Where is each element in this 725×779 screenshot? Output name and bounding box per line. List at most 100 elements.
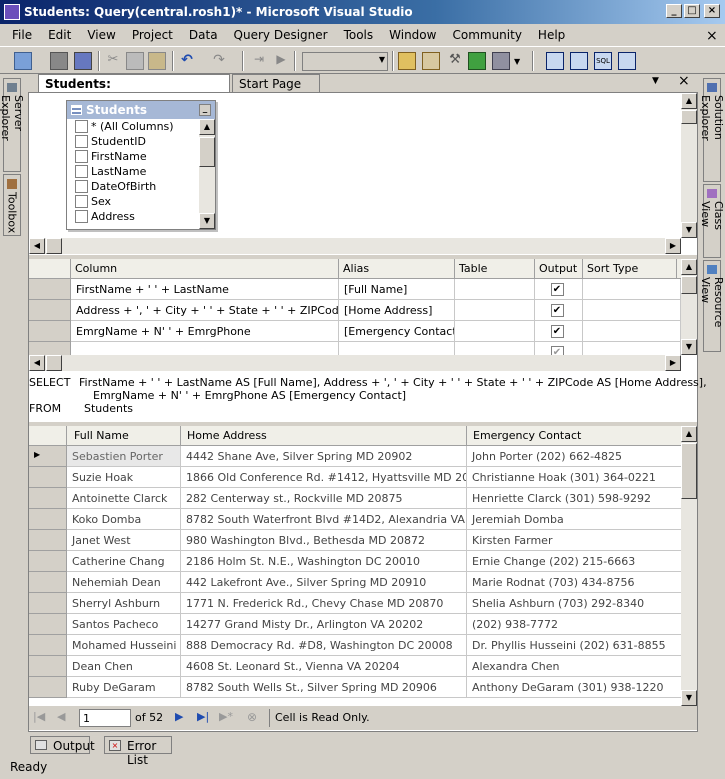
first-record-icon[interactable]: |◀ — [33, 710, 45, 723]
criteria-vscrollbar[interactable]: ▲ ▼ — [681, 259, 697, 355]
row-selector[interactable] — [29, 677, 67, 698]
row-selector[interactable] — [29, 656, 67, 677]
criteria-cell-table[interactable] — [455, 342, 535, 355]
result-cell[interactable]: 282 Centerway st., Rockville MD 20875 — [181, 488, 467, 509]
scroll-down-icon[interactable]: ▼ — [199, 213, 215, 229]
column-checkbox[interactable] — [75, 210, 88, 223]
cut-icon[interactable]: ✂ — [104, 52, 122, 70]
server-explorer-tab[interactable]: Server Explorer — [0, 78, 25, 172]
menu-community[interactable]: Community — [444, 28, 529, 42]
class-view-tab[interactable]: Class View — [699, 184, 725, 258]
criteria-cell-alias[interactable]: [Full Name] — [339, 279, 455, 300]
toolbox-icon[interactable]: ⚒ — [446, 52, 464, 70]
navigate-backward-icon[interactable]: ⇥ — [250, 52, 268, 70]
results-header-home-address[interactable]: Home Address — [181, 426, 467, 446]
mdi-close-icon[interactable]: × — [706, 28, 718, 44]
menu-file[interactable]: File — [4, 28, 40, 42]
properties-icon[interactable] — [422, 52, 440, 70]
criteria-cell-sort[interactable] — [583, 279, 681, 300]
criteria-header-table[interactable]: Table — [455, 259, 535, 279]
result-cell[interactable]: Suzie Hoak — [67, 467, 181, 488]
criteria-cell-sort[interactable] — [583, 300, 681, 321]
result-cell[interactable]: 8782 South Waterfront Blvd #14D2, Alexan… — [181, 509, 467, 530]
result-cell[interactable]: Alexandra Chen — [467, 656, 681, 677]
column-item[interactable]: DateOfBirth — [67, 179, 199, 194]
menu-edit[interactable]: Edit — [40, 28, 79, 42]
row-selector[interactable] — [29, 488, 67, 509]
result-cell[interactable]: 1771 N. Frederick Rd., Chevy Chase MD 20… — [181, 593, 467, 614]
row-selector[interactable] — [29, 593, 67, 614]
result-cell[interactable]: Dr. Phyllis Husseini (202) 631-8855 — [467, 635, 681, 656]
close-document-icon[interactable]: × — [678, 73, 690, 89]
sql-pane[interactable]: SELECT FirstName + ' ' + LastName AS [Fu… — [29, 372, 707, 422]
row-selector[interactable] — [29, 614, 67, 635]
result-cell[interactable]: Sherryl Ashburn — [67, 593, 181, 614]
row-selector[interactable] — [29, 635, 67, 656]
result-cell[interactable]: Ruby DeGaram — [67, 677, 181, 698]
criteria-cell-output[interactable]: ✔ — [535, 321, 583, 342]
result-cell[interactable]: Shelia Ashburn (703) 292-8340 — [467, 593, 681, 614]
column-item[interactable]: LastName — [67, 164, 199, 179]
previous-record-icon[interactable]: ◀ — [57, 710, 65, 723]
criteria-header-output[interactable]: Output — [535, 259, 583, 279]
row-selector[interactable] — [29, 572, 67, 593]
paste-icon[interactable] — [148, 52, 166, 70]
criteria-cell-sort[interactable] — [583, 342, 681, 355]
scroll-left-icon[interactable]: ◀ — [29, 238, 45, 254]
result-cell[interactable]: Janet West — [67, 530, 181, 551]
results-vscrollbar[interactable]: ▲ ▼ — [681, 426, 697, 706]
show-criteria-pane-icon[interactable] — [570, 52, 588, 70]
maximize-button[interactable]: □ — [684, 4, 700, 18]
scroll-right-icon[interactable]: ▶ — [665, 355, 681, 371]
result-cell[interactable]: Kirsten Farmer — [467, 530, 681, 551]
object-browser-icon[interactable] — [468, 52, 486, 70]
result-cell[interactable]: Catherine Chang — [67, 551, 181, 572]
criteria-cell-column[interactable]: Address + ', ' + City + ' ' + State + ' … — [71, 300, 339, 321]
new-project-icon[interactable] — [14, 52, 32, 70]
criteria-cell-alias[interactable]: [Home Address] — [339, 300, 455, 321]
show-results-pane-icon[interactable] — [618, 52, 636, 70]
toolbox-tab[interactable]: Toolbox — [3, 174, 21, 236]
menu-window[interactable]: Window — [381, 28, 444, 42]
column-item[interactable]: Sex — [67, 194, 199, 209]
criteria-cell-table[interactable] — [455, 321, 535, 342]
toolbar-options-icon[interactable]: ▼ — [514, 57, 520, 66]
result-cell[interactable]: 2186 Holm St. N.E., Washington DC 20010 — [181, 551, 467, 572]
solution-explorer-tab[interactable]: Solution Explorer — [699, 78, 725, 182]
show-sql-pane-icon[interactable]: SQL — [594, 52, 612, 70]
students-table-box[interactable]: Students _ * (All Columns) StudentID Fir… — [66, 100, 216, 230]
result-cell[interactable]: 888 Democracy Rd. #D8, Washington DC 200… — [181, 635, 467, 656]
result-cell[interactable]: John Porter (202) 662-4825 — [467, 446, 681, 467]
criteria-cell-output[interactable]: ✔ — [535, 279, 583, 300]
result-cell[interactable]: Antoinette Clarck — [67, 488, 181, 509]
find-in-files-icon[interactable] — [398, 52, 416, 70]
solution-configuration-dropdown[interactable]: ▼ — [302, 52, 388, 71]
record-number-input[interactable] — [79, 709, 131, 727]
results-header-emergency-contact[interactable]: Emergency Contact — [467, 426, 681, 446]
result-cell[interactable]: Jeremiah Domba — [467, 509, 681, 530]
save-all-icon[interactable] — [74, 52, 92, 70]
scroll-left-icon[interactable]: ◀ — [29, 355, 45, 371]
criteria-cell-output[interactable]: ✔ — [535, 300, 583, 321]
criteria-cell-column[interactable]: EmrgName + N' ' + EmrgPhone — [71, 321, 339, 342]
table-box-header[interactable]: Students _ — [67, 101, 215, 119]
criteria-cell-alias[interactable] — [339, 342, 455, 355]
column-item[interactable]: * (All Columns) — [67, 119, 199, 134]
collapse-icon[interactable]: _ — [199, 104, 211, 116]
scroll-up-icon[interactable]: ▲ — [681, 426, 697, 442]
command-window-icon[interactable] — [492, 52, 510, 70]
scroll-up-icon[interactable]: ▲ — [681, 259, 697, 275]
result-cell[interactable]: Ernie Change (202) 215-6663 — [467, 551, 681, 572]
result-cell[interactable]: Sebastien Porter — [67, 446, 181, 467]
column-checkbox[interactable] — [75, 135, 88, 148]
menu-view[interactable]: View — [79, 28, 123, 42]
result-cell[interactable]: 14277 Grand Misty Dr., Arlington VA 2020… — [181, 614, 467, 635]
output-checkbox[interactable]: ✔ — [550, 304, 564, 317]
row-selector[interactable] — [29, 509, 67, 530]
row-selector[interactable] — [29, 551, 67, 572]
result-cell[interactable]: 980 Washington Blvd., Bethesda MD 20872 — [181, 530, 467, 551]
result-cell[interactable]: Koko Domba — [67, 509, 181, 530]
column-checkbox[interactable] — [75, 120, 88, 133]
redo-icon[interactable]: ↷ — [210, 52, 228, 70]
scroll-down-icon[interactable]: ▼ — [681, 222, 697, 238]
